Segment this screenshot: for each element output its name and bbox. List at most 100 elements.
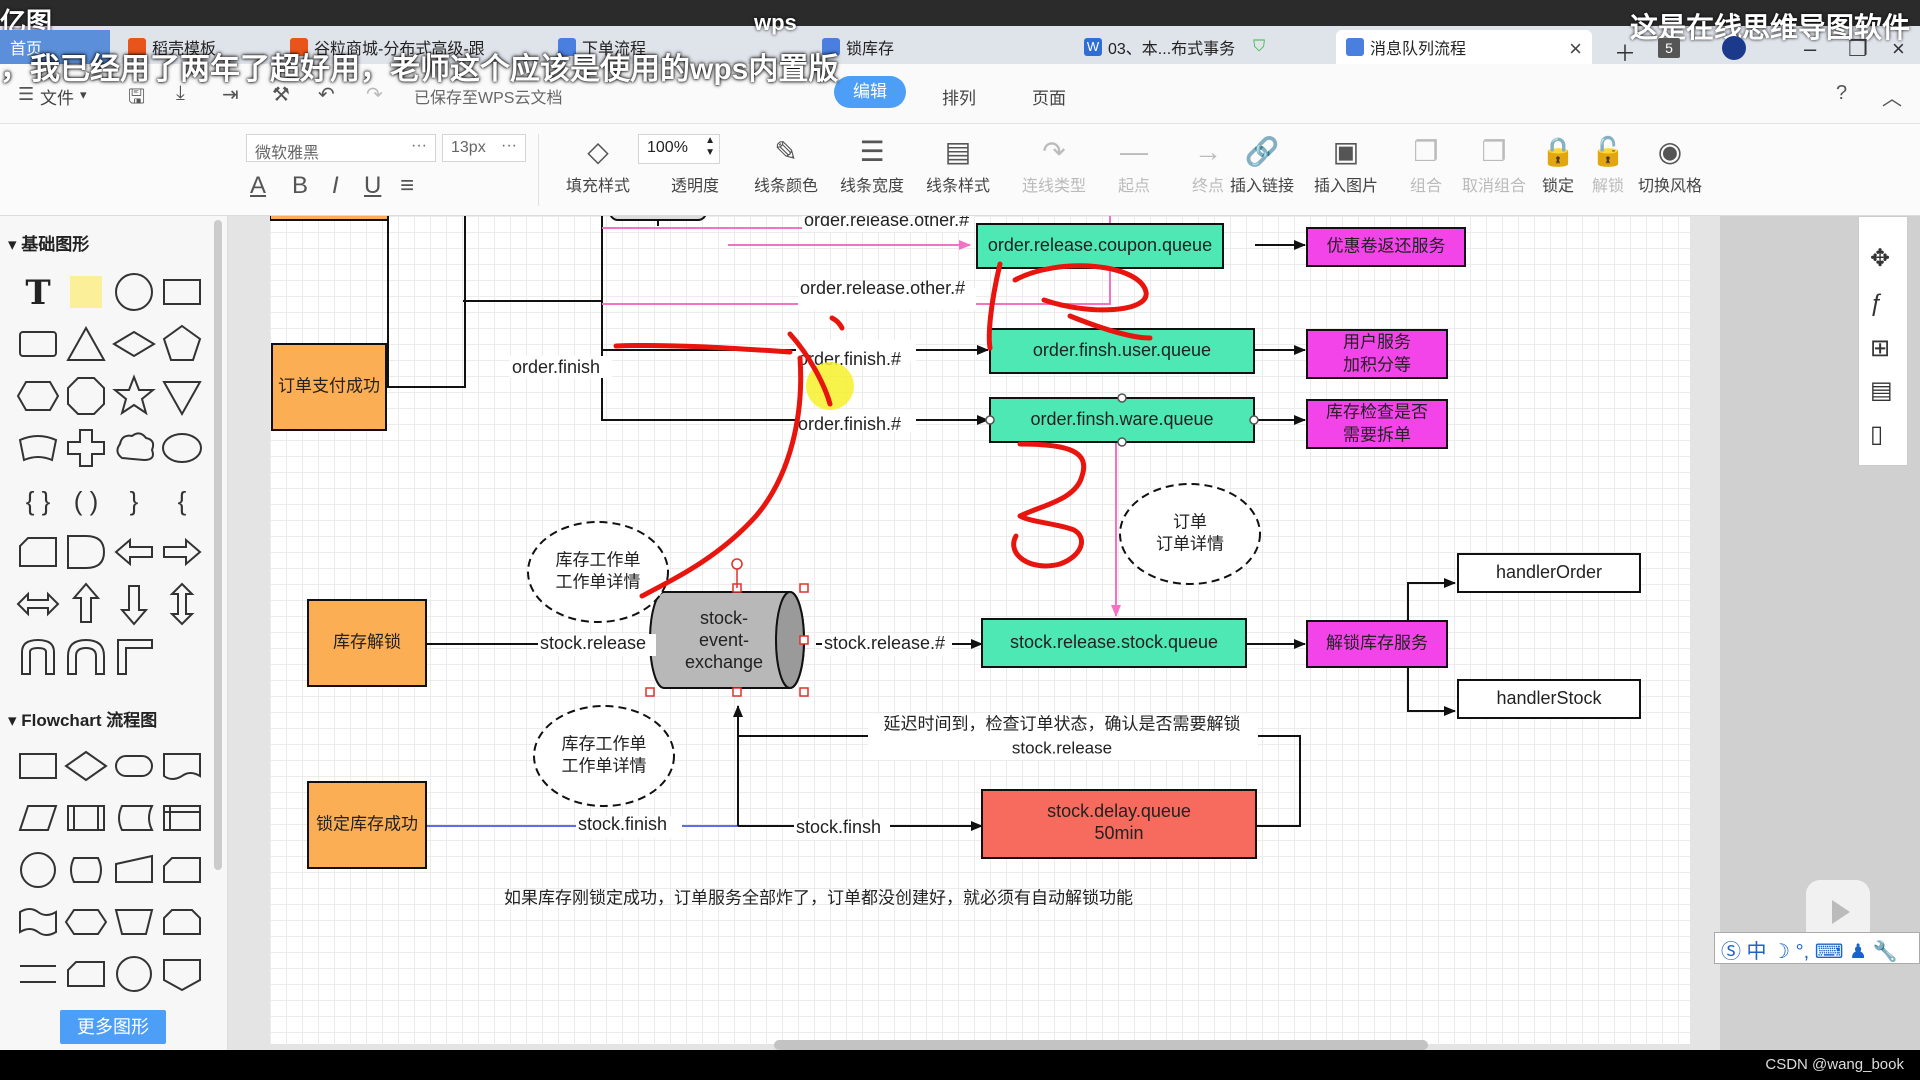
more-shapes-button[interactable]: 更多图形 bbox=[60, 1010, 166, 1044]
manual-operation-shape-icon[interactable] bbox=[110, 898, 158, 946]
line-style-button[interactable]: ▤ 线条样式 bbox=[918, 132, 998, 196]
connection-point[interactable] bbox=[1249, 415, 1259, 425]
tab-arrange[interactable]: 排列 bbox=[942, 84, 976, 109]
off-page-shape-icon[interactable] bbox=[62, 950, 110, 998]
tab-mq-flow[interactable]: 消息队列流程 × bbox=[1336, 30, 1592, 64]
exchange-partial-top[interactable] bbox=[609, 216, 707, 221]
ime-toolbar[interactable]: Ⓢ 中 ☽ °, ⌨ ♟ 🔧 bbox=[1714, 932, 1920, 964]
terminator-shape-icon[interactable] bbox=[110, 742, 158, 790]
shield-shape-icon[interactable] bbox=[158, 950, 206, 998]
pentagon-shape-icon[interactable] bbox=[158, 320, 206, 368]
cloud-shape-icon[interactable] bbox=[110, 424, 158, 472]
selection-handle[interactable] bbox=[732, 687, 742, 697]
text-shape-icon[interactable]: T bbox=[14, 268, 62, 316]
horizontal-scrollbar[interactable] bbox=[774, 1040, 1428, 1050]
image-button[interactable]: ▣ 插入图片 bbox=[1306, 132, 1386, 196]
selection-handle[interactable] bbox=[799, 583, 809, 593]
circle-shape-icon[interactable] bbox=[110, 268, 158, 316]
event-partial-top[interactable] bbox=[270, 216, 389, 221]
mq-flow-diagram[interactable]: 订单支付成功库存解锁锁定库存成功 order.release.coupon.que… bbox=[270, 216, 1690, 1044]
connection-point[interactable] bbox=[985, 415, 995, 425]
chevron-down-icon[interactable]: ▾ bbox=[80, 87, 87, 103]
font-color-icon[interactable]: A bbox=[250, 172, 266, 200]
stored-data-shape-icon[interactable] bbox=[110, 794, 158, 842]
up-arrow-shape-icon[interactable] bbox=[62, 580, 110, 628]
left-brace-shape-icon[interactable]: { bbox=[158, 476, 206, 524]
font-size-select[interactable]: 13px ··· bbox=[442, 134, 526, 162]
collapse-icon[interactable]: ︿ bbox=[1882, 82, 1902, 111]
align-icon[interactable]: ≡ bbox=[400, 172, 414, 200]
brace-pair-shape-icon[interactable]: { } bbox=[14, 476, 62, 524]
line-shape-icon[interactable] bbox=[14, 950, 62, 998]
connection-point[interactable] bbox=[1117, 393, 1127, 403]
rectangle-shape-icon[interactable] bbox=[158, 268, 206, 316]
connector-shape-icon[interactable] bbox=[14, 846, 62, 894]
tab-page[interactable]: 页面 bbox=[1032, 84, 1066, 109]
selection-handle[interactable] bbox=[799, 687, 809, 697]
link-button[interactable]: 🔗 插入链接 bbox=[1222, 132, 1302, 196]
internal-storage-shape-icon[interactable] bbox=[158, 794, 206, 842]
tab-distributed-tx[interactable]: W 03、本...布式事务 ⛉ bbox=[1074, 30, 1334, 64]
predefined-process-shape-icon[interactable] bbox=[62, 794, 110, 842]
up-down-arrow-shape-icon[interactable] bbox=[158, 580, 206, 628]
cross-shape-icon[interactable] bbox=[62, 424, 110, 472]
navigator-icon[interactable]: ✥ bbox=[1870, 244, 1890, 273]
formula-icon[interactable]: ƒ bbox=[1870, 290, 1883, 318]
preparation-shape-icon[interactable] bbox=[62, 898, 110, 946]
decision-shape-icon[interactable] bbox=[62, 742, 110, 790]
tab-count-badge[interactable]: 5 bbox=[1658, 38, 1680, 58]
loop-limit-shape-icon[interactable] bbox=[158, 898, 206, 946]
line-width-button[interactable]: ☰ 线条宽度 bbox=[832, 132, 912, 196]
hexagon-shape-icon[interactable] bbox=[14, 372, 62, 420]
basic-shapes-header[interactable]: ▾ 基础图形 bbox=[8, 230, 89, 255]
pen-button[interactable]: ✎ 线条颜色 bbox=[746, 132, 826, 196]
diagram-page[interactable]: 订单支付成功 库存解锁 锁定库存成功 order.release.coupon.que… bbox=[270, 216, 1690, 1044]
u-turn-shape-icon[interactable] bbox=[14, 632, 62, 680]
window-close-icon[interactable]: × bbox=[1892, 36, 1905, 62]
connector-button[interactable]: ↷ 连线类型 bbox=[1014, 132, 1094, 196]
data-shape-icon[interactable] bbox=[14, 794, 62, 842]
direct-data-shape-icon[interactable] bbox=[62, 846, 110, 894]
flowchart-header[interactable]: ▾ Flowchart 流程图 bbox=[8, 706, 157, 731]
callout-shape-icon[interactable] bbox=[14, 424, 62, 472]
left-right-arrow-shape-icon[interactable] bbox=[14, 580, 62, 628]
right-brace-shape-icon[interactable]: } bbox=[110, 476, 158, 524]
font-family-select[interactable]: 微软雅黑 ··· bbox=[246, 134, 436, 162]
italic-icon[interactable]: I bbox=[332, 172, 339, 200]
start-point-button[interactable]: — 起点 bbox=[1094, 132, 1174, 196]
fill-button[interactable]: ◇ 填充样式 bbox=[558, 132, 638, 196]
manual-input-shape-icon[interactable] bbox=[110, 846, 158, 894]
bracket-pair-shape-icon[interactable]: ( ) bbox=[62, 476, 110, 524]
style-switch-button[interactable]: ◉ 切换风格 bbox=[1630, 132, 1710, 196]
punched-tape-shape-icon[interactable] bbox=[14, 898, 62, 946]
left-arrow-shape-icon[interactable] bbox=[110, 528, 158, 576]
star-shape-icon[interactable] bbox=[110, 372, 158, 420]
process-shape-icon[interactable] bbox=[14, 742, 62, 790]
rotate-handle[interactable] bbox=[731, 558, 743, 570]
close-icon[interactable]: × bbox=[1569, 36, 1582, 62]
table-icon[interactable]: ⊞ bbox=[1870, 334, 1890, 363]
rounded-rect-shape-icon[interactable] bbox=[14, 320, 62, 368]
panel-scrollbar[interactable] bbox=[214, 220, 222, 870]
circle-flow-shape-icon[interactable] bbox=[110, 950, 158, 998]
connection-point[interactable] bbox=[1117, 437, 1127, 447]
selection-handle[interactable] bbox=[799, 635, 809, 645]
minimize-icon[interactable]: – bbox=[1804, 36, 1816, 62]
diamond-shape-icon[interactable] bbox=[110, 320, 158, 368]
delay-shape-icon[interactable] bbox=[62, 528, 110, 576]
octagon-shape-icon[interactable] bbox=[62, 372, 110, 420]
restore-icon[interactable]: ❐ bbox=[1848, 36, 1868, 62]
inverted-triangle-shape-icon[interactable] bbox=[158, 372, 206, 420]
card-flow-shape-icon[interactable] bbox=[158, 846, 206, 894]
help-icon[interactable]: ? bbox=[1836, 82, 1847, 105]
document-icon[interactable]: ▯ bbox=[1870, 420, 1883, 449]
ellipse-shape-icon[interactable] bbox=[158, 424, 206, 472]
page-icon[interactable]: ▤ bbox=[1870, 376, 1893, 405]
bold-icon[interactable]: B bbox=[292, 172, 308, 200]
note-shape-icon[interactable] bbox=[62, 268, 110, 316]
down-arrow-shape-icon[interactable] bbox=[110, 580, 158, 628]
document-shape-icon[interactable] bbox=[158, 742, 206, 790]
triangle-shape-icon[interactable] bbox=[62, 320, 110, 368]
underline-icon[interactable]: U bbox=[364, 172, 381, 200]
card-shape-icon[interactable] bbox=[14, 528, 62, 576]
